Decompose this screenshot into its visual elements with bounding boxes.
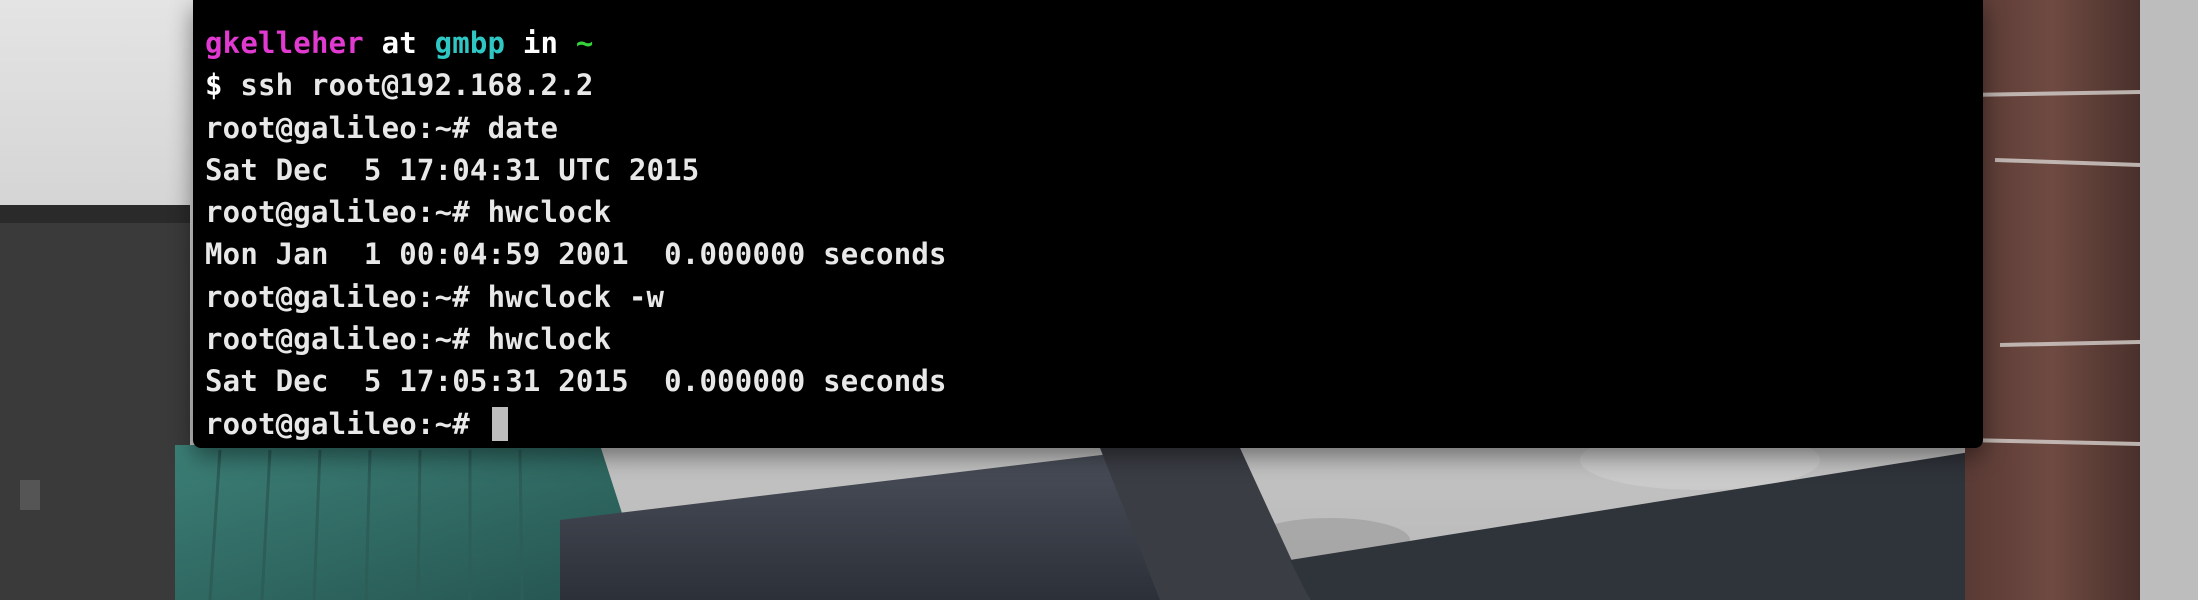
line-prompt: $ xyxy=(205,68,241,103)
line-prompt: root@galileo:~# xyxy=(205,110,488,145)
prompt-user: gkelleher xyxy=(205,26,364,60)
shell-prompt-header: gkelleher at gmbp in ~ xyxy=(205,22,1971,64)
line-command: hwclock -w xyxy=(487,279,665,314)
line-output: Sat Dec 5 17:04:31 UTC 2015 xyxy=(205,152,700,187)
terminal-line: $ ssh root@192.168.2.2 xyxy=(205,64,1971,106)
line-command: date xyxy=(487,110,559,145)
terminal-line: root@galileo:~# hwclock xyxy=(205,318,1971,360)
line-prompt: root@galileo:~# xyxy=(205,322,488,357)
line-command: hwclock xyxy=(487,322,612,357)
terminal-line: root@galileo:~# date xyxy=(205,107,1971,149)
terminal-line: Sat Dec 5 17:05:31 2015 0.000000 seconds xyxy=(205,360,1971,402)
line-output: Sat Dec 5 17:05:31 2015 0.000000 seconds xyxy=(205,364,947,399)
active-prompt-line[interactable]: root@galileo:~# xyxy=(205,403,1971,445)
line-command: ssh root@192.168.2.2 xyxy=(240,68,594,103)
terminal-line: root@galileo:~# hwclock -w xyxy=(205,276,1971,318)
terminal-window[interactable]: gkelleher at gmbp in ~ $ ssh root@192.16… xyxy=(193,0,1983,448)
line-prompt: root@galileo:~# xyxy=(205,279,488,314)
terminal-output[interactable]: gkelleher at gmbp in ~ $ ssh root@192.16… xyxy=(205,22,1971,441)
line-command: hwclock xyxy=(487,195,612,230)
prompt-in: in xyxy=(505,26,576,60)
line-output: Mon Jan 1 00:04:59 2001 0.000000 seconds xyxy=(205,237,947,272)
active-prompt: root@galileo:~# xyxy=(205,406,488,441)
terminal-line: Sat Dec 5 17:04:31 UTC 2015 xyxy=(205,149,1971,191)
terminal-line: root@galileo:~# hwclock xyxy=(205,191,1971,233)
line-prompt: root@galileo:~# xyxy=(205,195,488,230)
text-cursor xyxy=(491,406,508,441)
terminal-line: Mon Jan 1 00:04:59 2001 0.000000 seconds xyxy=(205,233,1971,275)
prompt-path: ~ xyxy=(575,26,594,60)
prompt-host: gmbp xyxy=(434,26,506,60)
prompt-at: at xyxy=(363,26,435,60)
